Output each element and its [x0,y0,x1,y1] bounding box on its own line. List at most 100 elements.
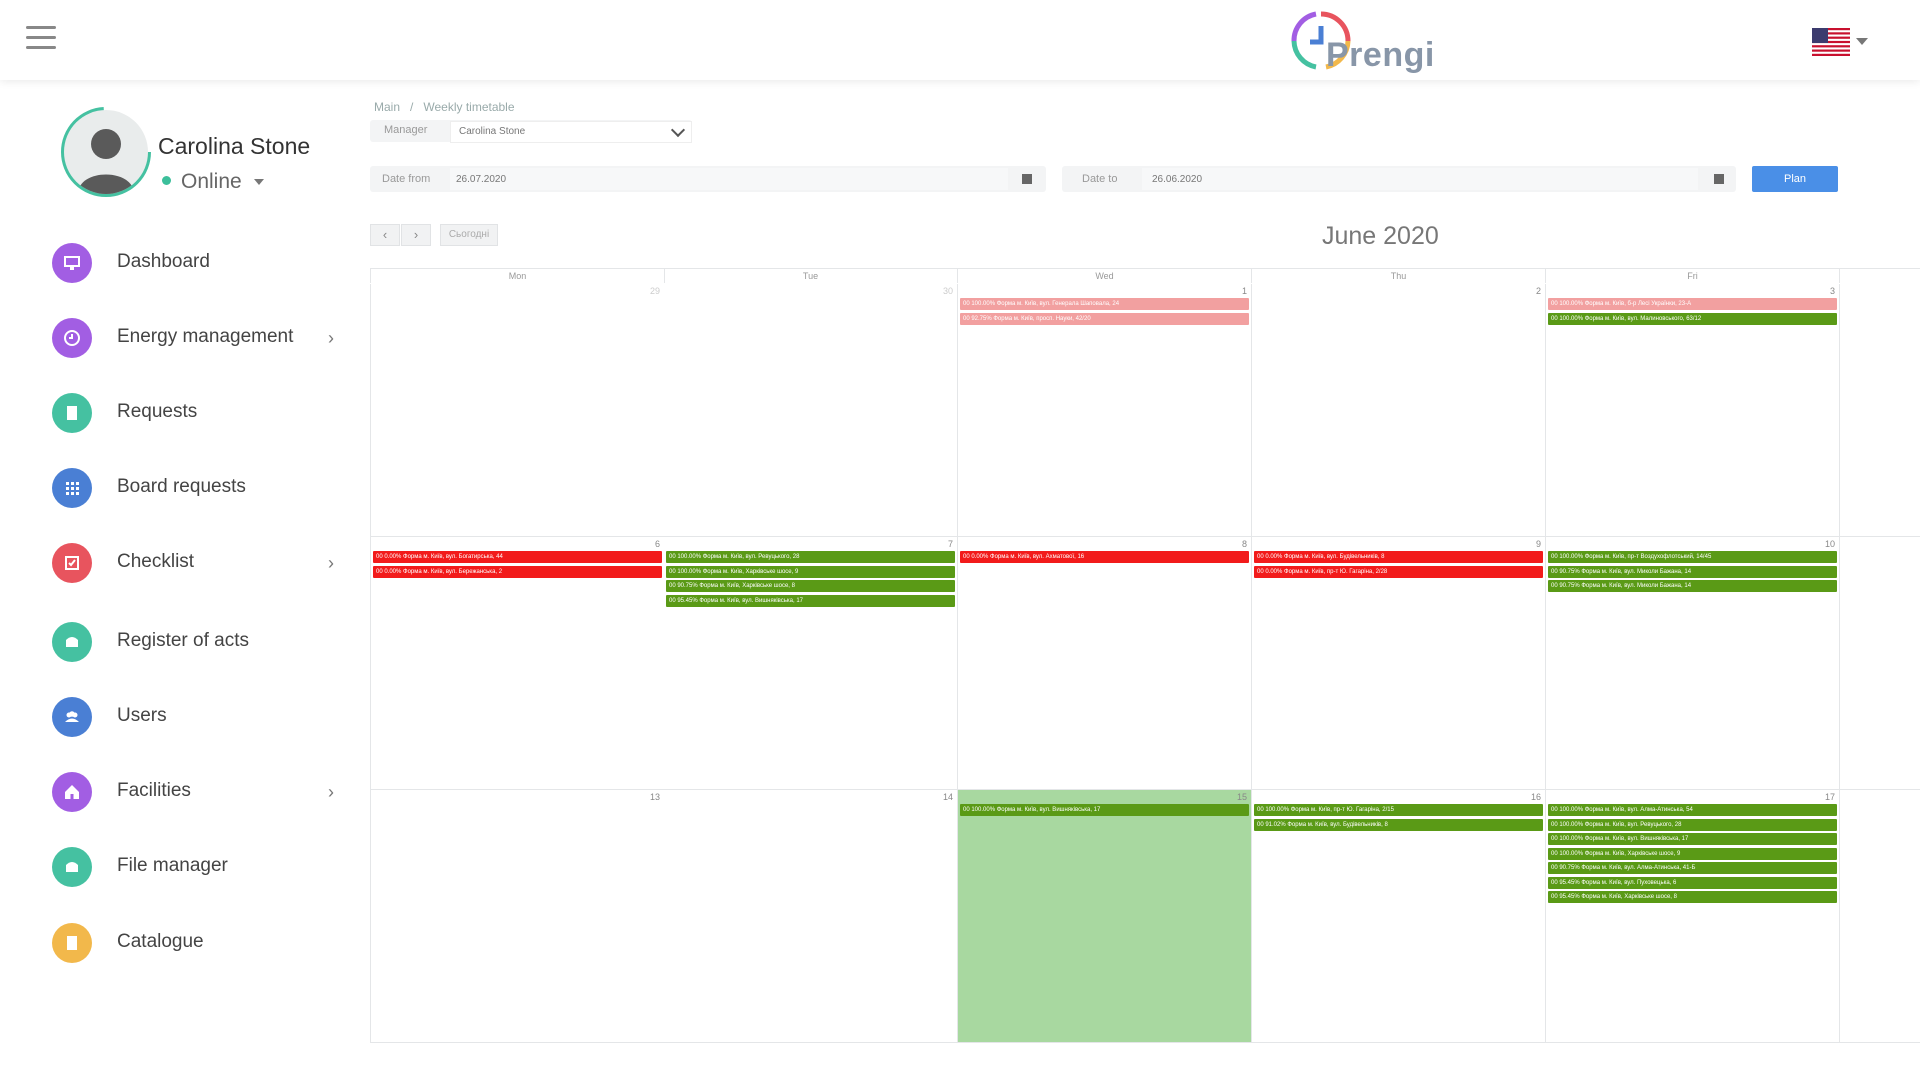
calendar-event[interactable]: 00 100.00% Форма м. Київ, вул. Вишняківс… [1548,833,1837,845]
calendar-event[interactable]: 00 100.00% Форма м. Київ, вул. Ревуцьког… [666,551,955,563]
month-title: June 2020 [1322,222,1439,250]
calendar-event[interactable]: 00 100.00% Форма м. Київ, Харківське шос… [666,565,955,578]
sidebar-item-file-manager[interactable]: File manager [0,839,362,895]
breadcrumb-home-link[interactable]: Main [374,100,400,114]
calendar-event[interactable]: 00 0.00% Форма м. Київ, вул. Богатирська… [373,551,662,563]
calendar-day-cell[interactable]: 9 00 0.00% Форма м. Київ, вул. Будівельни… [1252,537,1546,790]
calendar-icon[interactable] [1714,174,1724,184]
sidebar-item-users[interactable]: Users [0,689,362,745]
calendar-event[interactable]: 00 100.00% Форма м. Київ, вул. Ревуцьког… [1548,818,1837,831]
manager-label: Manager [384,124,428,136]
sidebar-item-label: Register of acts [117,630,249,651]
user-status-dropdown[interactable]: Online [162,170,264,194]
calendar-event[interactable]: 00 100.00% Форма м. Київ, вул. Генерала … [960,298,1249,310]
calendar-icon[interactable] [1022,174,1032,184]
sidebar-item-facilities[interactable]: Facilities › [0,764,362,820]
calendar-event[interactable]: 00 92.75% Форма м. Київ, просп. Науки, 4… [960,312,1249,325]
calendar-day-cell[interactable]: 2 [1252,284,1546,537]
manager-select-field[interactable]: Carolina Stone [450,121,692,143]
us-flag-icon[interactable] [1812,28,1850,56]
day-number: 2 [1535,286,1541,296]
calendar-day-cell[interactable]: 16 00 100.00% Форма м. Київ, пр-т Ю. Гага… [1252,790,1546,1043]
top-bar: Prengi [0,0,1920,80]
calendar-event[interactable]: 00 90.75% Форма м. Київ, вул. Миколи Баж… [1548,580,1837,592]
hamburger-menu-icon[interactable] [26,26,56,50]
calendar-event[interactable]: 00 95.45% Форма м. Київ, вул. Пуховецька… [1548,876,1837,889]
calendar-event[interactable]: 00 100.00% Форма м. Київ, пр-т Ю. Гагарі… [1254,804,1543,816]
chevron-right-icon: › [328,553,334,573]
user-silhouette-icon [78,129,134,194]
calendar-event[interactable]: 00 100.00% Форма м. Київ, вул. Малиновсь… [1548,312,1837,325]
user-status-label: Online [181,170,242,193]
calendar-event[interactable]: 00 0.00% Форма м. Київ, пр-т Ю. Гагаріна… [1254,565,1543,578]
calendar-day-cell[interactable]: 3 00 100.00% Форма м. Київ, б-р Лесі Укра… [1546,284,1840,537]
day-number: 17 [1824,792,1835,802]
day-number: 6 [654,539,660,549]
breadcrumb-separator: / [410,100,414,114]
avatar[interactable] [64,110,148,194]
calendar-event[interactable]: 00 95.45% Форма м. Київ, Харківське шосе… [1548,891,1837,903]
calendar-day-cell[interactable]: 10 00 100.00% Форма м. Київ, пр-т Воздухо… [1546,537,1840,790]
calendar-extra-cell [1840,537,1920,790]
monitor-icon [52,243,92,283]
chevron-down-icon [670,122,686,138]
sidebar-item-label: Energy management [117,326,294,347]
calendar-event[interactable]: 00 0.00% Форма м. Київ, вул. Бережанська… [373,565,662,578]
next-button[interactable]: › [401,224,431,246]
sidebar-item-checklist[interactable]: Checklist › [0,535,362,591]
sidebar-item-energy-management[interactable]: Energy management › [0,310,362,366]
users-icon [52,697,92,737]
calendar-event[interactable]: 00 90.75% Форма м. Київ, вул. Алма-Атинс… [1548,862,1837,874]
calendar-event[interactable]: 00 90.75% Форма м. Київ, вул. Миколи Баж… [1548,565,1837,578]
date-to-input[interactable]: 26.06.2020 [1142,168,1698,190]
manager-select[interactable]: Manager Carolina Stone [370,120,692,143]
plan-button[interactable]: Plan [1752,166,1838,192]
calendar-day-cell[interactable]: 15 00 100.00% Форма м. Київ, вул. Вишнякі… [958,790,1252,1043]
calendar-event[interactable]: 00 100.00% Форма м. Київ, вул. Алма-Атин… [1548,804,1837,816]
weekday-header: Fri [1546,268,1840,283]
checklist-icon [52,543,92,583]
calendar-day-cell[interactable]: 1 00 100.00% Форма м. Київ, вул. Генерала… [958,284,1252,537]
app-logo[interactable]: Prengi [1286,6,1446,76]
sidebar-item-catalogue[interactable]: Catalogue [0,915,362,971]
day-number: 8 [1241,539,1247,549]
calendar-event[interactable]: 00 100.00% Форма м. Київ, б-р Лесі Украї… [1548,298,1837,310]
day-number: 30 [942,286,953,296]
register-icon [52,622,92,662]
sidebar-item-dashboard[interactable]: Dashboard [0,235,362,291]
calendar-day-cell[interactable]: 29 [370,284,665,537]
today-button[interactable]: Сьогодні [440,224,498,246]
day-number: 9 [1535,539,1541,549]
user-name: Carolina Stone [158,133,311,159]
sidebar-item-board-requests[interactable]: Board requests [0,460,362,516]
folder-icon [52,847,92,887]
calendar-event[interactable]: 00 90.75% Форма м. Київ, Харківське шосе… [666,580,955,592]
prev-button[interactable]: ‹ [370,224,400,246]
calendar-event[interactable]: 00 95.45% Форма м. Київ, вул. Вишняківсь… [666,594,955,607]
day-number: 7 [947,539,953,549]
calendar-day-cell[interactable]: 14 [664,790,958,1043]
day-number: 16 [1530,792,1541,802]
calendar-day-cell[interactable]: 17 00 100.00% Форма м. Київ, вул. Алма-Ат… [1546,790,1840,1043]
calendar-event[interactable]: 00 100.00% Форма м. Київ, Харківське шос… [1548,847,1837,860]
calendar-extra-cell [1840,790,1920,1043]
weekday-header: Thu [1252,268,1546,283]
calendar-event[interactable]: 00 100.00% Форма м. Київ, пр-т Воздухофл… [1548,551,1837,563]
date-from-input[interactable]: 26.07.2020 [450,168,1008,190]
calendar-event[interactable]: 00 100.00% Форма м. Київ, вул. Вишняківс… [960,804,1249,816]
language-caret-icon[interactable] [1856,38,1868,45]
sidebar-item-requests[interactable]: Requests [0,385,362,441]
date-from-field[interactable]: Date from 26.07.2020 [370,166,1046,192]
calendar-day-cell[interactable]: 8 00 0.00% Форма м. Київ, вул. Ахматової,… [958,537,1252,790]
calendar-extra-cell [1840,284,1920,537]
calendar-event[interactable]: 00 0.00% Форма м. Київ, вул. Будівельник… [1254,551,1543,563]
calendar-event[interactable]: 00 0.00% Форма м. Київ, вул. Ахматової, … [960,551,1249,563]
calendar-event[interactable]: 00 91.02% Форма м. Київ, вул. Будівельни… [1254,818,1543,831]
calendar-day-cell[interactable]: 6 00 0.00% Форма м. Київ, вул. Богатирськ… [370,537,665,790]
calendar-day-cell[interactable]: 13 [370,790,665,1043]
date-to-field[interactable]: Date to 26.06.2020 [1062,166,1736,192]
sidebar-item-register-of-acts[interactable]: Register of acts [0,614,362,670]
logo-text: Prengi [1326,36,1435,74]
calendar-day-cell[interactable]: 30 [664,284,958,537]
calendar-day-cell[interactable]: 7 00 100.00% Форма м. Київ, вул. Ревуцько… [664,537,958,790]
